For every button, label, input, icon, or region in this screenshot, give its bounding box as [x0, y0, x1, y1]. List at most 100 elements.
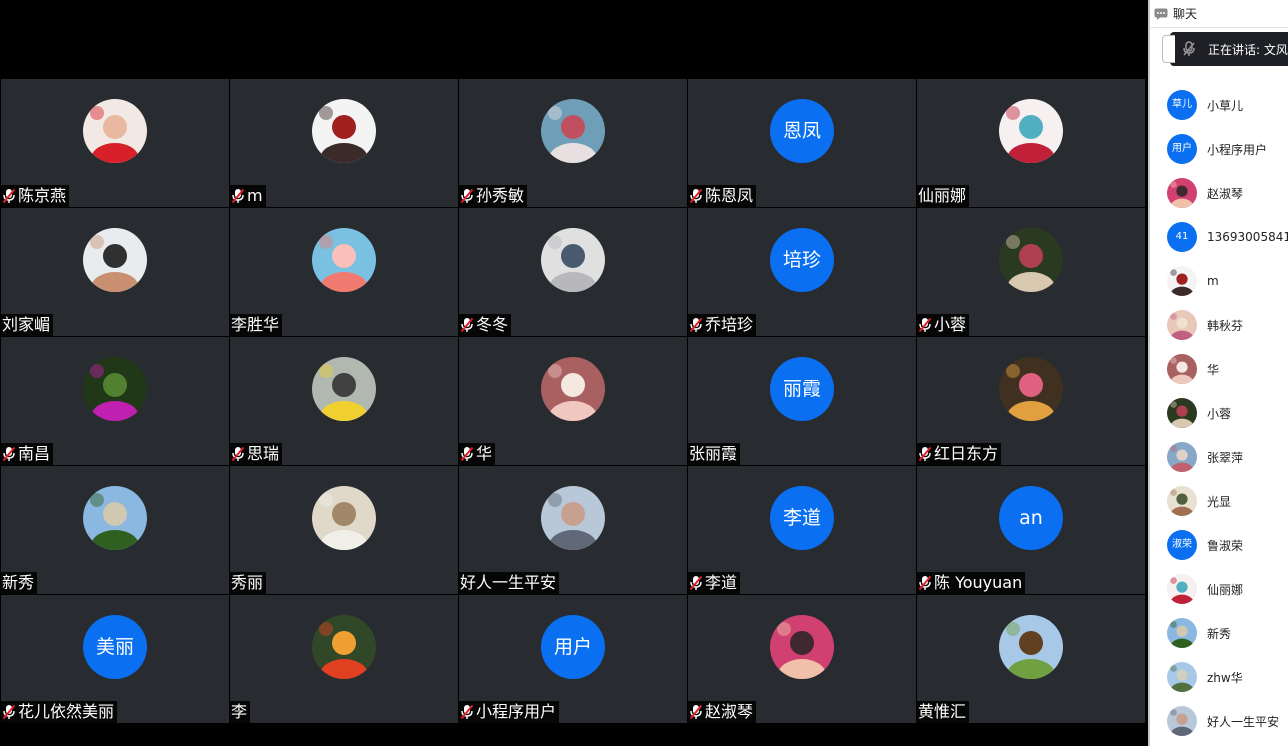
participant-tile[interactable]: 培珍乔培珍	[688, 208, 917, 337]
avatar-photo	[1167, 266, 1197, 296]
participant-tile[interactable]: 华	[459, 337, 688, 466]
participant-tile[interactable]: 孙秀敏	[459, 79, 688, 208]
nameplate: 思瑞	[230, 443, 283, 465]
participant-list-item[interactable]: 好人一生平安	[1150, 699, 1288, 743]
nameplate: m	[230, 185, 266, 207]
participant-list-name: m	[1207, 274, 1219, 288]
avatar-photo	[1167, 310, 1197, 340]
participant-list-item[interactable]: 41 13693005841	[1150, 215, 1288, 259]
avatar-photo	[541, 357, 605, 421]
participant-tile[interactable]: 冬冬	[459, 208, 688, 337]
avatar-initials: 41	[1167, 222, 1197, 252]
participant-tile[interactable]: 陈京燕	[1, 79, 230, 208]
avatar-initials: 培珍	[770, 228, 834, 292]
participant-tile[interactable]: 刘家嵋	[1, 208, 230, 337]
avatar-photo	[1167, 486, 1197, 516]
participant-list-name: 小程序用户	[1207, 142, 1268, 157]
participant-list-name: 鲁淑荣	[1207, 538, 1244, 553]
participant-tile[interactable]: 仙丽娜	[917, 79, 1146, 208]
avatar-photo	[83, 99, 147, 163]
avatar-photo	[541, 486, 605, 550]
nameplate: 刘家嵋	[1, 314, 54, 336]
participant-name: 刘家嵋	[2, 315, 51, 334]
avatar-photo	[312, 357, 376, 421]
avatar-initials: 用户	[1167, 134, 1197, 164]
nameplate: 李道	[688, 572, 741, 594]
participant-tile[interactable]: 黄惟汇	[917, 595, 1146, 724]
avatar-photo	[1167, 706, 1197, 736]
avatar-initials: 丽霞	[770, 357, 834, 421]
participant-tile[interactable]: 李胜华	[230, 208, 459, 337]
nameplate: 陈京燕	[1, 185, 70, 207]
nameplate: 陈 Youyuan	[917, 572, 1026, 594]
participant-tile[interactable]: 秀丽	[230, 466, 459, 595]
nameplate: 新秀	[1, 572, 38, 594]
avatar-initials: 淑荣	[1167, 530, 1197, 560]
participant-list-item[interactable]: 赵淑琴	[1150, 171, 1288, 215]
participant-tile[interactable]: 李	[230, 595, 459, 724]
avatar-photo	[1167, 618, 1197, 648]
avatar-photo	[770, 615, 834, 679]
nameplate: 赵淑琴	[688, 701, 757, 723]
participant-tile[interactable]: 新秀	[1, 466, 230, 595]
participant-tile[interactable]: an 陈 Youyuan	[917, 466, 1146, 595]
nameplate: 花儿依然美丽	[1, 701, 118, 723]
participant-tile[interactable]: 南昌	[1, 337, 230, 466]
nameplate: 小程序用户	[459, 701, 560, 723]
mic-muted-icon	[2, 188, 16, 204]
participant-list-item[interactable]: 张翠萍	[1150, 435, 1288, 479]
chat-header[interactable]: 聊天	[1150, 0, 1288, 28]
participant-name: 乔培珍	[705, 315, 754, 334]
nameplate: 秀丽	[230, 572, 267, 594]
participant-list-item[interactable]: 草儿 小草儿	[1150, 83, 1288, 127]
mic-muted-icon	[460, 446, 474, 462]
participant-name: 红日东方	[934, 444, 999, 463]
participant-name: 李胜华	[231, 315, 280, 334]
participant-list: 草儿 小草儿 用户 小程序用户 赵淑琴 41 13693005841 m 韩秋芬华小蓉 张翠萍 光显…	[1150, 83, 1288, 743]
participant-tile[interactable]: 好人一生平安	[459, 466, 688, 595]
nameplate: 黄惟汇	[917, 701, 970, 723]
participant-tile[interactable]: 用户小程序用户	[459, 595, 688, 724]
avatar-photo	[1167, 442, 1197, 472]
participant-list-item[interactable]: 仙丽娜	[1150, 567, 1288, 611]
participant-tile[interactable]: 红日东方	[917, 337, 1146, 466]
mic-muted-icon	[460, 188, 474, 204]
nameplate: 仙丽娜	[917, 185, 970, 207]
participant-list-item[interactable]: 小蓉	[1150, 391, 1288, 435]
participant-list-item[interactable]: m	[1150, 259, 1288, 303]
participant-list-name: 华	[1207, 362, 1220, 377]
participant-tile[interactable]: m	[230, 79, 459, 208]
participant-tile[interactable]: 丽霞 张丽霞	[688, 337, 917, 466]
participant-tile[interactable]: 恩凤 陈恩凤	[688, 79, 917, 208]
nameplate: 红日东方	[917, 443, 1002, 465]
participant-list-item[interactable]: zhw华	[1150, 655, 1288, 699]
avatar-initials: 用户	[541, 615, 605, 679]
participant-list-item[interactable]: 淑荣 鲁淑荣	[1150, 523, 1288, 567]
participant-tile[interactable]: 李道 李道	[688, 466, 917, 595]
avatar-photo	[312, 486, 376, 550]
participant-list-item[interactable]: 华	[1150, 347, 1288, 391]
speaking-text: 正在讲话: 文风	[1208, 42, 1288, 57]
participant-tile[interactable]: 美丽 花儿依然美丽	[1, 595, 230, 724]
participant-tile[interactable]: 思瑞	[230, 337, 459, 466]
mic-muted-icon	[689, 317, 703, 333]
participant-name: 陈京燕	[18, 186, 67, 205]
speaking-indicator: 正在讲话: 文风	[1162, 32, 1288, 66]
participant-list-item[interactable]: 用户 小程序用户	[1150, 127, 1288, 171]
participant-tile[interactable]: 小蓉	[917, 208, 1146, 337]
participant-list-item[interactable]: 光显	[1150, 479, 1288, 523]
avatar-photo	[1167, 574, 1197, 604]
avatar-photo	[312, 99, 376, 163]
avatar-initials: an	[999, 486, 1063, 550]
participant-list-item[interactable]: 新秀	[1150, 611, 1288, 655]
participant-name: 好人一生平安	[460, 573, 557, 592]
mic-muted-icon	[2, 446, 16, 462]
video-area: 陈京燕 m 孙秀敏 恩凤 陈恩凤 仙丽娜 刘家嵋 李胜华 冬冬 培珍 乔培珍 小蓉 南昌 思瑞华丽霞 张丽霞…	[0, 0, 1148, 746]
participant-list-item[interactable]: 韩秋芬	[1150, 303, 1288, 347]
participant-tile[interactable]: 赵淑琴	[688, 595, 917, 724]
participant-name: 南昌	[18, 444, 51, 463]
participant-name: 小程序用户	[476, 702, 557, 721]
participant-name: 华	[476, 444, 493, 463]
mic-muted-icon	[918, 317, 932, 333]
avatar-photo	[541, 99, 605, 163]
